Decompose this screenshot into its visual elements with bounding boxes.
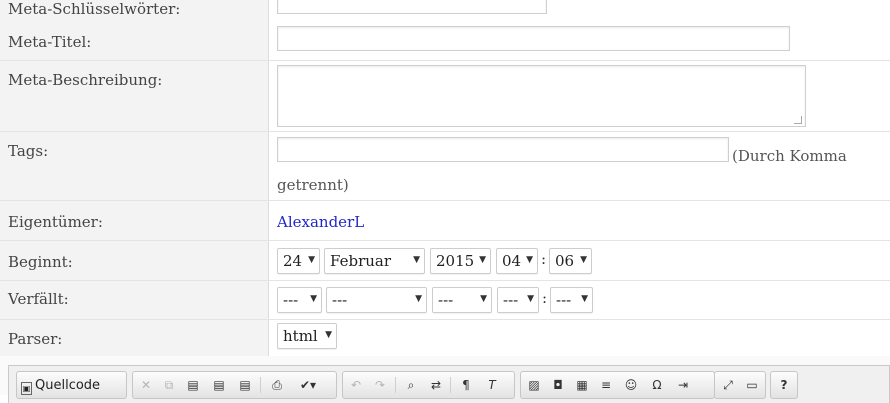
redo-icon[interactable]: ↷	[370, 375, 390, 395]
copy-icon[interactable]: ⧉	[159, 375, 179, 395]
meta-keywords-label: Meta-Schlüsselwörter:	[8, 0, 181, 18]
spellcheck-icon[interactable]: ✔▾	[293, 375, 323, 395]
parser-label: Parser:	[8, 330, 63, 348]
chevron-down-icon: ▼	[308, 255, 315, 265]
horizontal-rule-icon[interactable]: ≡	[596, 375, 616, 395]
expires-minute-select[interactable]: --- ▼	[550, 287, 593, 313]
row-meta-title: Meta-Titel:	[0, 22, 890, 61]
meta-title-input[interactable]	[277, 26, 790, 51]
meta-description-label: Meta-Beschreibung:	[8, 71, 163, 89]
chevron-down-icon: ▼	[480, 294, 487, 304]
begins-label: Beginnt:	[8, 253, 73, 271]
image-icon[interactable]: ▨	[524, 375, 544, 395]
show-blocks-icon[interactable]: ▭	[742, 375, 762, 395]
undo-icon[interactable]: ↶	[346, 375, 366, 395]
row-begins: Beginnt: 24 ▼ Februar ▼ 2015 ▼ 04 ▼ : 06 ▼	[0, 241, 890, 281]
paste-text-icon[interactable]: ▤	[209, 375, 229, 395]
row-owner: Eigentümer: AlexanderL	[0, 201, 890, 241]
maximize-icon[interactable]: ⤢	[718, 375, 738, 395]
row-expires: Verfällt: --- ▼ --- ▼ --- ▼ --- ▼ : --- ▼	[0, 281, 890, 320]
tags-label: Tags:	[8, 142, 49, 160]
flash-icon[interactable]: ◘	[548, 375, 568, 395]
chevron-down-icon: ▼	[415, 294, 422, 304]
begins-hour-select[interactable]: 04 ▼	[496, 248, 538, 274]
editor-toolbar: ▣ Quellcode ✕ ⧉ ▤ ▤ ▤ ⎙ ✔▾ ↶ ↷ ⌕ ⇄ ¶ T ▨ …	[8, 365, 890, 403]
find-icon[interactable]: ⌕	[401, 375, 421, 395]
cut-icon[interactable]: ✕	[136, 375, 156, 395]
paste-icon[interactable]: ▤	[183, 375, 203, 395]
parser-select[interactable]: html ▼	[277, 323, 337, 349]
source-icon: ▣	[21, 382, 32, 395]
expires-year-select[interactable]: --- ▼	[432, 287, 492, 313]
chevron-down-icon: ▼	[325, 330, 332, 340]
resize-handle[interactable]	[794, 116, 802, 124]
meta-title-label: Meta-Titel:	[8, 33, 92, 51]
expires-hour-select[interactable]: --- ▼	[497, 287, 539, 313]
begins-month-select[interactable]: Februar ▼	[324, 248, 425, 274]
expires-month-select[interactable]: --- ▼	[326, 287, 427, 313]
replace-icon[interactable]: ⇄	[426, 375, 446, 395]
row-meta-keywords: Meta-Schlüsselwörter:	[0, 0, 890, 23]
chevron-down-icon: ▼	[526, 255, 533, 265]
expires-day-select[interactable]: --- ▼	[277, 287, 322, 313]
chevron-down-icon: ▼	[580, 255, 587, 265]
paste-word-icon[interactable]: ▤	[235, 375, 255, 395]
row-tags: Tags: (Durch Komma getrennt)	[0, 132, 890, 201]
chevron-down-icon: ▼	[310, 294, 317, 304]
print-icon[interactable]: ⎙	[267, 375, 287, 395]
format-icon[interactable]: ¶	[456, 375, 476, 395]
chevron-down-icon: ▼	[527, 294, 534, 304]
meta-keywords-input[interactable]	[277, 0, 547, 14]
chevron-down-icon: ▼	[479, 255, 486, 265]
help-icon[interactable]: ?	[774, 375, 794, 395]
tags-hint: (Durch Komma getrennt)	[277, 147, 847, 194]
remove-format-icon[interactable]: T	[482, 375, 502, 395]
time-separator: :	[541, 250, 547, 268]
time-separator: :	[542, 289, 548, 307]
page-break-icon[interactable]: ⇥	[673, 375, 693, 395]
begins-year-select[interactable]: 2015 ▼	[430, 248, 491, 274]
smiley-icon[interactable]: ☺	[621, 375, 641, 395]
expires-label: Verfällt:	[8, 290, 69, 308]
row-parser: Parser: html ▼	[0, 320, 890, 356]
chevron-down-icon: ▼	[413, 255, 420, 265]
begins-minute-select[interactable]: 06 ▼	[549, 248, 592, 274]
owner-label: Eigentümer:	[8, 213, 103, 231]
chevron-down-icon: ▼	[581, 294, 588, 304]
table-icon[interactable]: ▦	[572, 375, 592, 395]
owner-link[interactable]: AlexanderL	[277, 213, 364, 231]
begins-day-select[interactable]: 24 ▼	[277, 248, 320, 274]
special-char-icon[interactable]: Ω	[647, 375, 667, 395]
source-button[interactable]: ▣ Quellcode	[21, 375, 100, 397]
row-meta-description: Meta-Beschreibung:	[0, 61, 890, 132]
meta-description-textarea[interactable]	[277, 65, 806, 127]
